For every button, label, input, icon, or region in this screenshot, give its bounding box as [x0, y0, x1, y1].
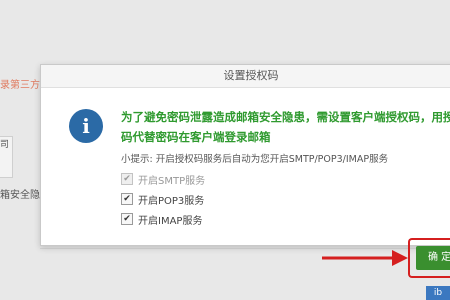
imap-option-label[interactable]: 开启IMAP服务 — [138, 212, 202, 227]
pop3-service-option[interactable]: ✔ 开启POP3服务 — [121, 189, 205, 209]
smtp-option-label: 开启SMTP服务 — [138, 175, 206, 187]
security-warning-text: 为了避免密码泄露造成邮箱安全隐患，需设置客户端授权码，用授权码代替密码在客户端登… — [121, 110, 450, 144]
confirm-button[interactable]: 确 定 — [416, 246, 450, 270]
authorization-code-dialog: 设置授权码 i 为了避免密码泄露造成邮箱安全隐患，需设置客户端授权码，用授权码代… — [40, 64, 450, 246]
smtp-service-option: ✔ 开启SMTP服务 — [121, 169, 205, 189]
pop3-option-label[interactable]: 开启POP3服务 — [138, 192, 204, 207]
dialog-title: 设置授权码 — [41, 65, 450, 88]
arrow-right-icon — [322, 250, 408, 266]
pop3-checkbox[interactable]: ✔ — [121, 193, 133, 205]
third-party-login-link[interactable]: 录第三方 — [0, 76, 40, 91]
hint-text: 小提示: 开启授权码服务后自动为您开启SMTP/POP3/IMAP服务 — [121, 154, 389, 165]
info-icon: i — [69, 109, 103, 143]
service-options: ✔ 开启SMTP服务 ✔ 开启POP3服务 ✔ 开启IMAP服务 — [121, 169, 205, 229]
corner-watermark: ib — [426, 286, 450, 300]
background-security-text: 箱安全隐 — [0, 190, 40, 201]
imap-checkbox[interactable]: ✔ — [121, 213, 133, 225]
background-row-label: 司 — [0, 140, 10, 150]
smtp-checkbox: ✔ — [121, 173, 133, 185]
imap-service-option[interactable]: ✔ 开启IMAP服务 — [121, 209, 205, 229]
